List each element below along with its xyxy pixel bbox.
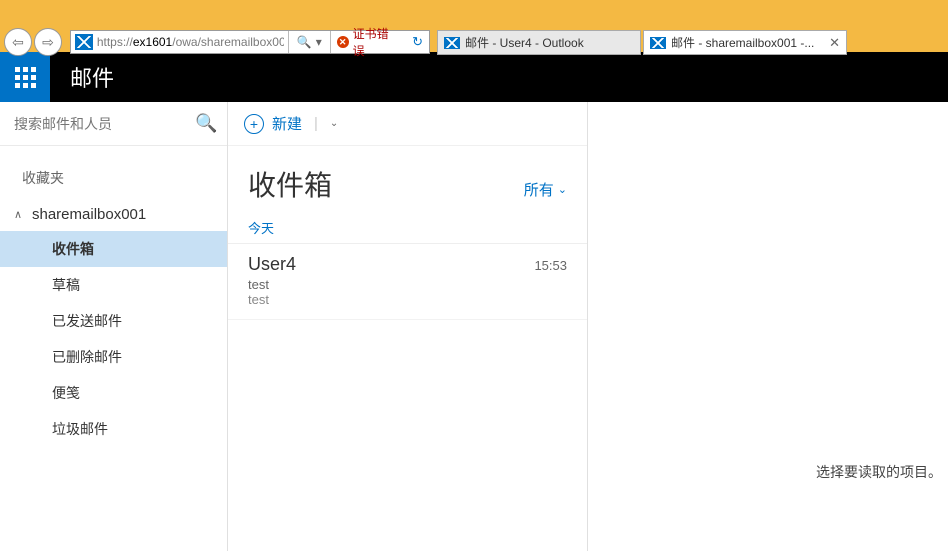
search-input[interactable] [14,116,195,132]
folder-sent[interactable]: 已发送邮件 [0,303,227,339]
search-icon[interactable]: 🔍 [195,113,217,134]
folder-deleted[interactable]: 已删除邮件 [0,339,227,375]
favorites-label[interactable]: 收藏夹 [0,146,227,198]
mailbox-name: sharemailbox001 [32,206,146,223]
message-time: 15:53 [534,258,567,273]
list-toolbar: + 新建 | ⌄ [228,102,587,146]
filter-dropdown[interactable]: 所有 ⌄ [524,179,567,200]
address-url: https://ex1601/owa/sharemailbox00 [97,35,284,49]
app-launcher-button[interactable] [0,52,50,102]
folder-junk[interactable]: 垃圾邮件 [0,411,227,447]
reading-pane: 选择要读取的项目。 [588,102,948,551]
browser-tab[interactable]: 邮件 - sharemailbox001 -... ✕ [643,30,847,55]
chevron-down-icon[interactable]: ⌄ [330,118,338,129]
tab-label: 邮件 - User4 - Outlook [465,34,634,51]
browser-tabs: 邮件 - User4 - Outlook 邮件 - sharemailbox00… [437,30,847,55]
address-bar[interactable]: https://ex1601/owa/sharemailbox00 🔍 ▾ ✕ … [70,30,430,54]
waffle-icon [15,67,36,88]
folder-drafts[interactable]: 草稿 [0,267,227,303]
mail-icon [650,37,666,49]
app-title: 邮件 [70,61,114,93]
message-subject: test [248,277,567,292]
mailbox-row[interactable]: ∧ sharemailbox001 [0,198,227,231]
date-group-label: 今天 [228,212,587,244]
nav-back-button[interactable]: ⇦ [4,28,32,56]
close-icon[interactable]: ✕ [829,35,840,51]
site-mail-icon [75,34,93,50]
browser-chrome: ⇦ ⇨ https://ex1601/owa/sharemailbox00 🔍 … [0,0,948,52]
folder-inbox[interactable]: 收件箱 [0,231,227,267]
nav-forward-button[interactable]: ⇨ [34,28,62,56]
chevron-down-icon: ⌄ [558,183,567,196]
search-icon[interactable]: 🔍 [293,35,316,49]
new-button[interactable]: 新建 [272,113,302,134]
tab-label: 邮件 - sharemailbox001 -... [671,34,824,51]
browser-tab[interactable]: 邮件 - User4 - Outlook [437,30,641,55]
reading-empty-text: 选择要读取的项目。 [816,462,942,482]
message-preview: test [248,292,567,307]
error-icon: ✕ [337,36,349,48]
folder-notes[interactable]: 便笺 [0,375,227,411]
folder-pane: 🔍 收藏夹 ∧ sharemailbox001 收件箱 草稿 已发送邮件 已删除… [0,102,228,551]
chevron-up-icon: ∧ [14,208,24,221]
refresh-icon[interactable]: ↻ [406,34,429,50]
message-from: User4 [248,254,296,275]
mail-icon [444,37,460,49]
app-header: 邮件 [0,52,948,102]
folder-title: 收件箱 [248,164,332,204]
message-list-pane: + 新建 | ⌄ 收件箱 所有 ⌄ 今天 User4 15:53 test te… [228,102,588,551]
cert-error-badge[interactable]: ✕ 证书错误 [335,25,406,59]
plus-icon: + [244,114,264,134]
message-item[interactable]: User4 15:53 test test [228,244,587,320]
